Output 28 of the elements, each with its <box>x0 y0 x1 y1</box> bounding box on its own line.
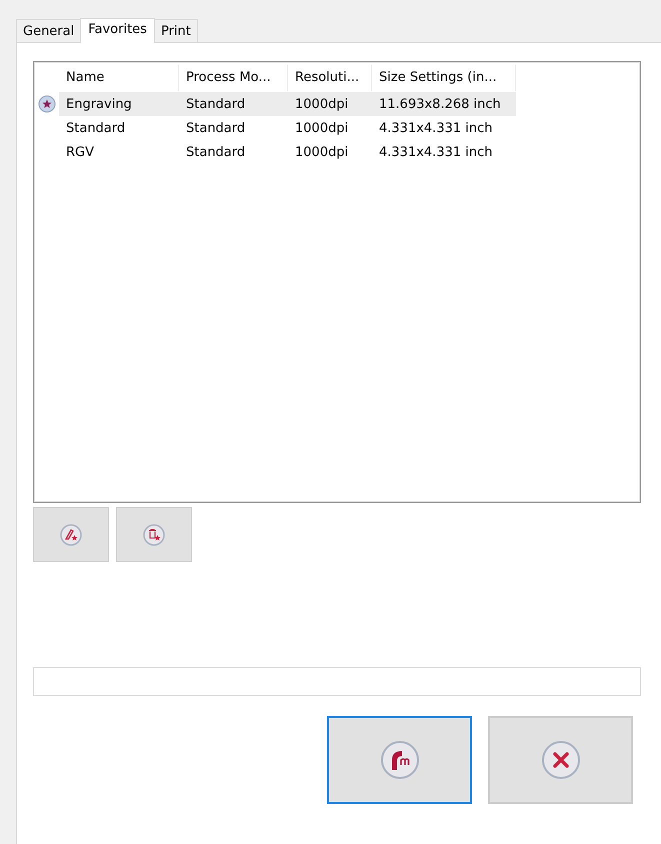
column-header[interactable]: Process Mo... <box>179 65 288 91</box>
table-row[interactable]: Standard Standard 1000dpi 4.331x4.331 inch <box>59 116 516 140</box>
column-header[interactable]: Resoluti... <box>288 65 372 91</box>
edit-star-button[interactable] <box>33 507 109 562</box>
table-cell-text: 1000dpi <box>294 144 350 160</box>
table-cell-text: 1000dpi <box>294 96 350 112</box>
table-cell-text: Standard <box>185 144 246 160</box>
column-header[interactable]: Size Settings (in... <box>372 65 516 91</box>
table-cell-text: 4.331x4.331 inch <box>378 144 494 160</box>
selected-row[interactable]: Engraving Standard 1000dpi 11.693x8.268 inch <box>59 92 516 116</box>
table-cell-text: Standard <box>185 120 246 136</box>
column-header[interactable]: Name <box>59 65 179 91</box>
table-cell-text: 4.331x4.331 inch <box>378 120 494 136</box>
table-cell-text: Standard <box>65 120 126 136</box>
table-cell-text: 1000dpi <box>294 120 350 136</box>
table-cell-text: 11.693x8.268 inch <box>378 96 502 112</box>
table-cell-text: RGV <box>65 144 95 160</box>
table-cell-text: Standard <box>185 96 246 112</box>
tab[interactable]: Print <box>154 19 198 42</box>
table-cell-text: Engraving <box>65 96 133 112</box>
table-row[interactable]: RGV Standard 1000dpi 4.331x4.331 inch <box>59 140 516 164</box>
trash-star-button[interactable] <box>116 507 192 562</box>
tab[interactable]: General <box>16 19 82 42</box>
cancel-button[interactable] <box>488 716 633 804</box>
tab[interactable]: Favorites <box>80 18 155 43</box>
logo-icon <box>380 740 420 780</box>
close-icon <box>540 740 580 780</box>
ok-button[interactable] <box>327 716 472 804</box>
